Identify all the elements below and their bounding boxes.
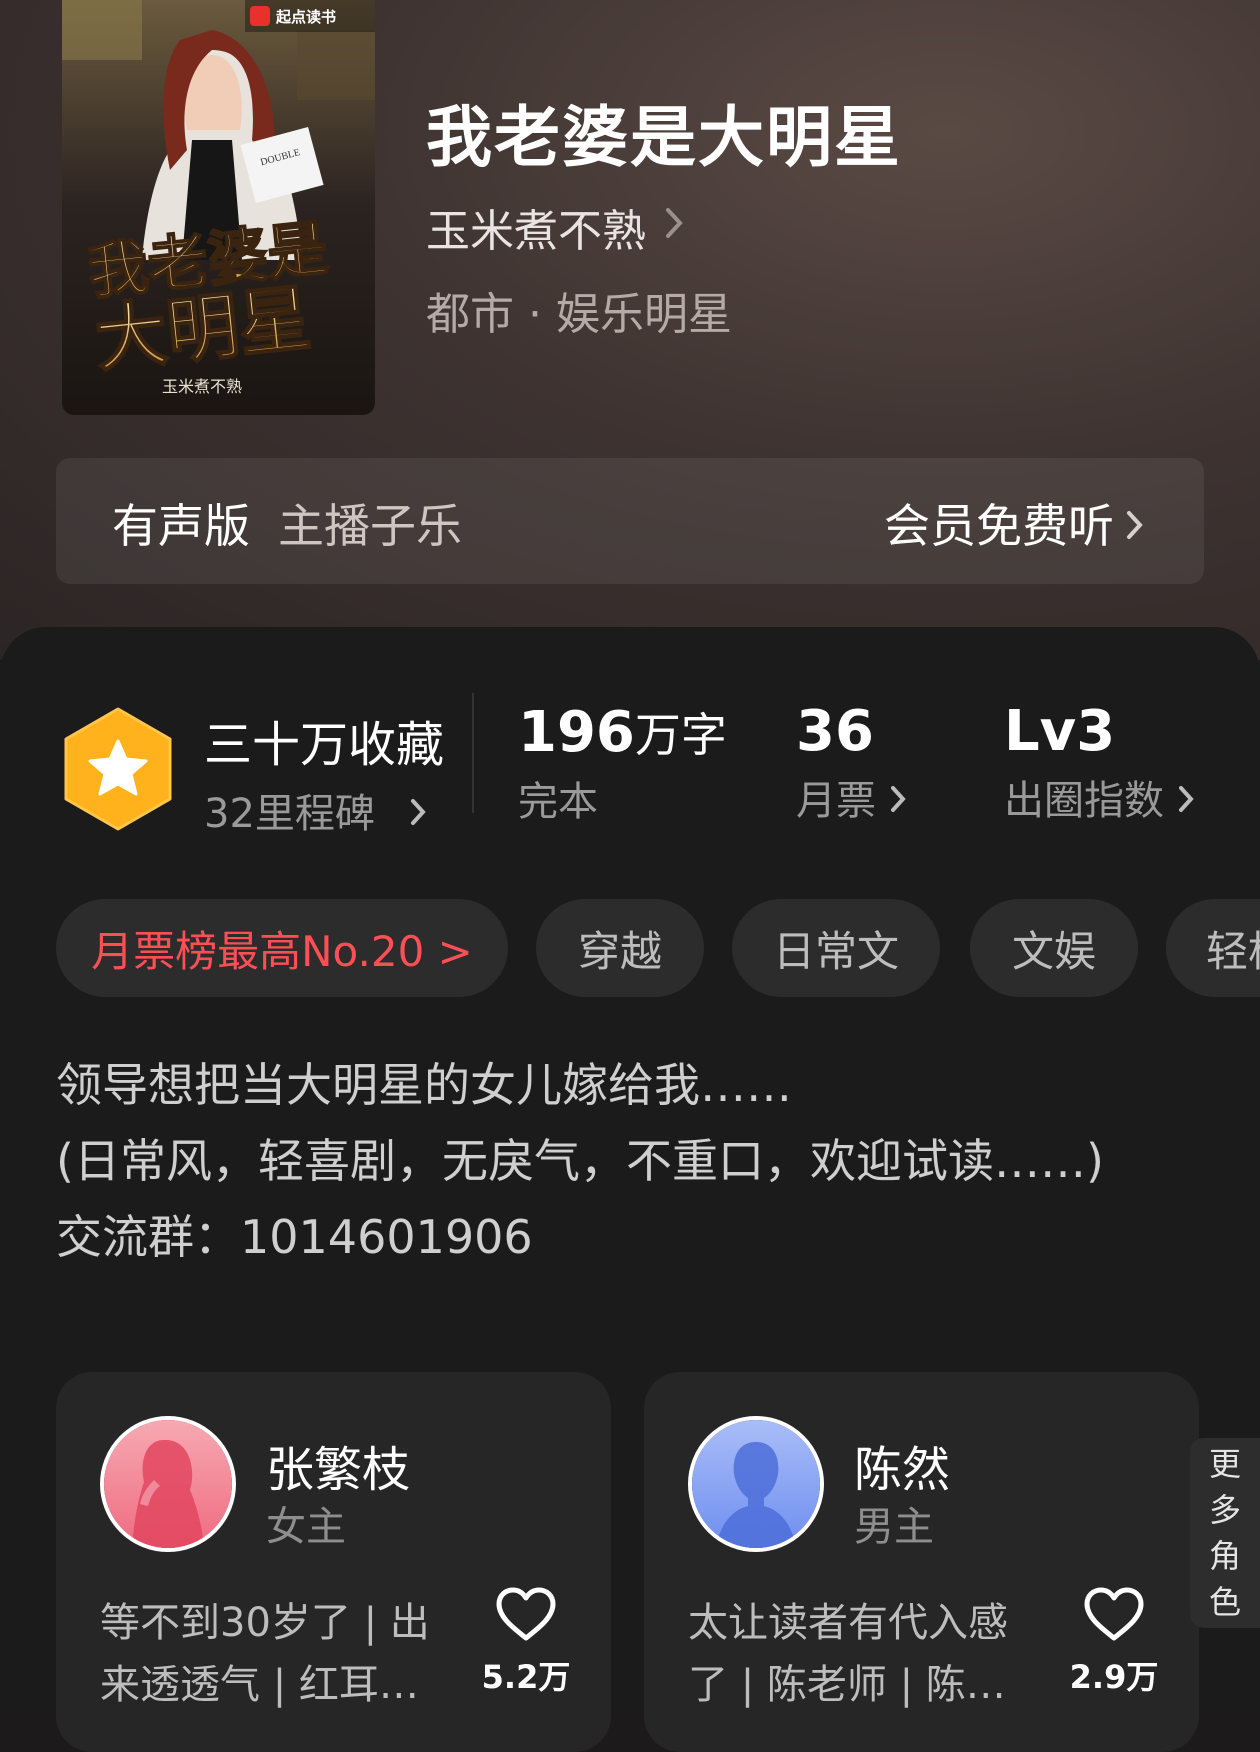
role-card[interactable]: 张繁枝 女主 等不到30岁了 | 出 来透透气 | 红耳… 5.2万 <box>56 1372 611 1752</box>
tag-item[interactable]: 穿越 <box>536 899 704 997</box>
role-type: 女主 <box>266 1504 346 1550</box>
author-name[interactable]: 玉米煮不熟 <box>426 195 646 259</box>
milestone-label: 32里程碑 <box>204 791 375 837</box>
book-detail-panel: 三十万收藏 32里程碑 196万字 完本 36 月票 Lv3 出圈指数 月票榜最… <box>0 627 1260 1752</box>
popularity-index-value: Lv3 <box>1004 699 1116 764</box>
monthly-ticket-value: 36 <box>796 699 874 764</box>
chevron-right-icon <box>890 778 906 824</box>
role-name: 陈然 <box>854 1442 951 1498</box>
collection-title: 三十万收藏 <box>204 717 445 773</box>
more-roles-char: 色 <box>1208 1583 1241 1621</box>
tag-rank-badge[interactable]: 月票榜最高No.20 > <box>56 899 508 997</box>
book-header: DOUBLE 起点读书 我老婆是 大明星 玉米煮不熟 我老婆是大明星 玉米煮不熟… <box>0 0 1260 660</box>
cover-author: 玉米煮不熟 <box>162 377 242 396</box>
role-description: 太让读者有代入感 了 | 陈老师 | 陈… <box>688 1592 1038 1716</box>
audio-version-bar[interactable]: 有声版 主播子乐 会员免费听 <box>56 458 1204 584</box>
more-roles-char: 更 <box>1208 1445 1241 1483</box>
collection-stat[interactable]: 三十万收藏 32里程碑 <box>204 705 444 839</box>
chevron-right-icon <box>410 791 426 837</box>
role-card[interactable]: 陈然 男主 太让读者有代入感 了 | 陈老师 | 陈… 2.9万 <box>644 1372 1199 1752</box>
description-line: 交流群：1014601906 <box>56 1210 533 1264</box>
more-roles-char: 多 <box>1208 1491 1241 1529</box>
description-line: (日常风，轻喜剧，无戾气，不重口，欢迎试读……) <box>56 1134 1104 1188</box>
like-button[interactable]: 5.2万 <box>476 1586 576 1698</box>
monthly-ticket-stat[interactable]: 36 月票 <box>796 699 906 826</box>
word-count-unit: 万字 <box>634 708 727 762</box>
more-roles-char: 角 <box>1208 1537 1241 1575</box>
member-free-listen-label: 会员免费听 <box>884 499 1114 553</box>
like-count: 5.2万 <box>481 1658 571 1696</box>
heart-icon <box>496 1587 556 1641</box>
completion-status: 完本 <box>518 779 598 825</box>
like-button[interactable]: 2.9万 <box>1064 1586 1164 1698</box>
author-link[interactable]: 玉米煮不熟 <box>426 195 684 259</box>
role-description-line: 了 | 陈老师 | 陈… <box>688 1662 1006 1708</box>
chevron-right-icon <box>1178 778 1194 824</box>
word-count-stat: 196万字 完本 <box>518 699 727 827</box>
chevron-right-icon <box>1126 499 1144 553</box>
tag-item[interactable]: 日常文 <box>732 899 940 997</box>
role-description: 等不到30岁了 | 出 来透透气 | 红耳… <box>100 1592 450 1716</box>
chevron-right-icon <box>664 204 684 250</box>
tag-item[interactable]: 轻松 <box>1166 899 1260 997</box>
book-cover[interactable]: DOUBLE 起点读书 我老婆是 大明星 玉米煮不熟 <box>62 0 375 415</box>
tag-item[interactable]: 文娱 <box>970 899 1138 997</box>
popularity-index-label: 出圈指数 <box>1004 778 1164 824</box>
like-count: 2.9万 <box>1069 1658 1159 1696</box>
book-title: 我老婆是大明星 <box>426 98 902 176</box>
description-line: 领导想把当大明星的女儿嫁给我…… <box>56 1058 792 1112</box>
book-genre[interactable]: 都市 · 娱乐明星 <box>426 278 732 342</box>
tag-list: 月票榜最高No.20 > 穿越 日常文 文娱 轻松 <box>56 899 1260 999</box>
role-description-line: 来透透气 | 红耳… <box>100 1662 419 1708</box>
word-count-value: 196 <box>518 700 635 765</box>
divider <box>472 693 474 813</box>
avatar <box>100 1416 236 1552</box>
book-description[interactable]: 领导想把当大明星的女儿嫁给我…… (日常风，轻喜剧，无戾气，不重口，欢迎试读……… <box>56 1047 1206 1275</box>
milestone-link[interactable]: 32里程碑 <box>204 781 444 839</box>
member-free-listen-button[interactable]: 会员免费听 <box>884 490 1144 556</box>
role-type: 男主 <box>854 1504 934 1550</box>
more-roles-button[interactable]: 更 多 角 色 <box>1190 1438 1260 1628</box>
star-badge-icon <box>62 707 174 831</box>
heart-icon <box>1084 1587 1144 1641</box>
audio-host: 主播子乐 <box>278 499 462 553</box>
role-name: 张繁枝 <box>266 1442 411 1498</box>
role-description-line: 等不到30岁了 | 出 <box>100 1600 430 1646</box>
monthly-ticket-label: 月票 <box>796 778 876 824</box>
avatar <box>688 1416 824 1552</box>
audio-label: 有声版 <box>112 499 250 553</box>
role-description-line: 太让读者有代入感 <box>688 1600 1008 1646</box>
cover-publisher-mark: 起点读书 <box>275 8 336 26</box>
popularity-index-stat[interactable]: Lv3 出圈指数 <box>1004 699 1194 826</box>
